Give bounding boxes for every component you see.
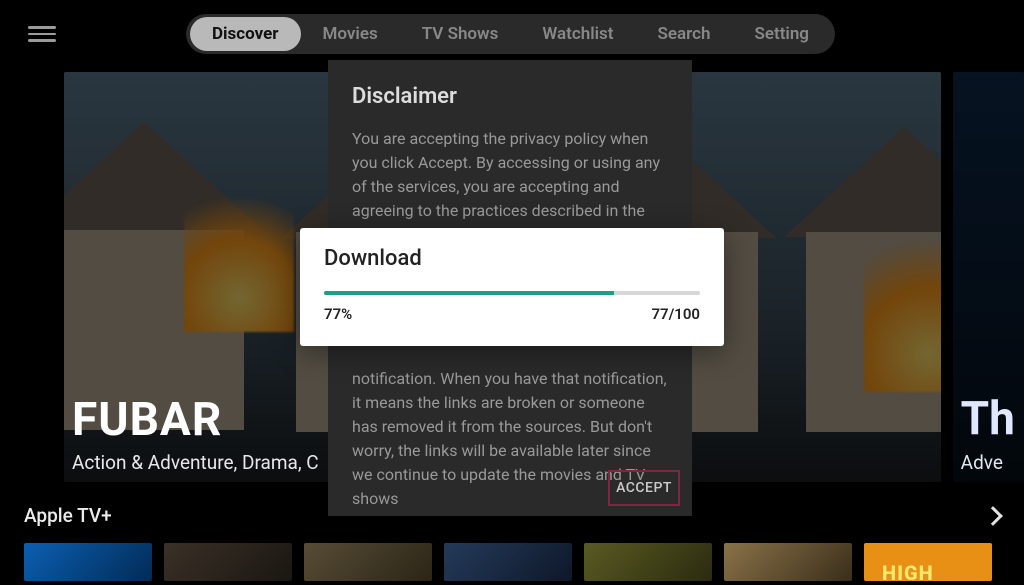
hero-card-next[interactable]: Th Adve — [953, 72, 1024, 482]
thumbnail-item[interactable] — [304, 543, 432, 581]
thumbnail-item[interactable] — [724, 543, 852, 581]
hero-next-title: Th — [961, 392, 1015, 446]
section-title-apple-tv: Apple TV+ — [24, 504, 112, 527]
hero-subtitle: Action & Adventure, Drama, C — [72, 451, 319, 474]
accept-button-label: ACCEPT — [616, 480, 672, 496]
tab-discover[interactable]: Discover — [190, 17, 301, 51]
download-percent: 77% — [324, 305, 352, 323]
hero-next-subtitle: Adve — [961, 451, 1003, 474]
thumbnail-item[interactable] — [584, 543, 712, 581]
tab-tv-shows[interactable]: TV Shows — [400, 17, 521, 51]
tab-setting[interactable]: Setting — [732, 17, 831, 51]
disclaimer-title: Disclaimer — [352, 84, 668, 109]
hero-title: FUBAR — [72, 393, 319, 447]
chevron-right-icon[interactable] — [983, 506, 1003, 526]
nav-tabs: Discover Movies TV Shows Watchlist Searc… — [186, 14, 835, 54]
download-fraction: 77/100 — [651, 305, 700, 323]
download-progress-bar — [324, 291, 700, 295]
thumbnail-row: HIGH — [24, 543, 992, 581]
download-dialog: Download 77% 77/100 — [300, 228, 724, 346]
tab-watchlist[interactable]: Watchlist — [520, 17, 635, 51]
tab-movies[interactable]: Movies — [301, 17, 400, 51]
thumbnail-item[interactable] — [164, 543, 292, 581]
thumbnail-item[interactable]: HIGH — [864, 543, 992, 581]
accept-button[interactable]: ACCEPT — [608, 470, 680, 506]
thumbnail-item[interactable] — [444, 543, 572, 581]
menu-button[interactable] — [28, 20, 56, 48]
thumbnail-item[interactable] — [24, 543, 152, 581]
thumbnail-label: HIGH — [882, 561, 934, 585]
tab-search[interactable]: Search — [635, 17, 732, 51]
download-title: Download — [324, 246, 700, 271]
